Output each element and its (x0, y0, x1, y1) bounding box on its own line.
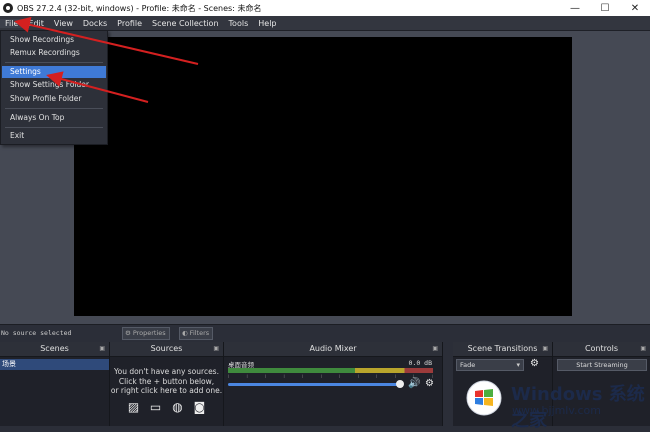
sources-dock-title: Sources (150, 344, 183, 353)
meter-tick: | (265, 374, 267, 378)
watermark-url: www.bjjmlv.com (512, 404, 601, 417)
audio-mixer-dock: Audio Mixer ▣ 桌面音频 0.0 dB | | | | | | | | | | | | 🔊… (224, 342, 443, 426)
preview-canvas[interactable] (74, 37, 572, 316)
properties-button[interactable]: ⚙ Properties (122, 327, 170, 340)
menu-profile[interactable]: Profile (112, 19, 147, 28)
undock-icon[interactable]: ▣ (640, 342, 646, 356)
undock-icon[interactable]: ▣ (213, 342, 219, 356)
image-icon: ▨ (127, 399, 140, 414)
meter-ticks: | | | | | | | | | | | | (228, 374, 433, 380)
window-title: OBS 27.2.4 (32-bit, windows) - Profile: … (17, 3, 262, 13)
close-button[interactable]: ✕ (620, 0, 650, 16)
sources-dock: Sources ▣ You don't have any sources. Cl… (110, 342, 224, 426)
sources-dock-header: Sources ▣ (110, 342, 223, 357)
no-source-label: No source selected (1, 329, 72, 337)
audio-level-meter (228, 368, 433, 373)
audio-mixer-header: Audio Mixer ▣ (224, 342, 442, 357)
source-toolbar: No source selected ⚙ Properties ◐ Filter… (0, 324, 650, 343)
camera-icon: ◙ (193, 399, 206, 414)
scene-item[interactable]: 场景 (0, 359, 109, 370)
menu-item-remux-recordings[interactable]: Remux Recordings (2, 47, 106, 59)
menu-item-show-profile-folder[interactable]: Show Profile Folder (2, 93, 106, 105)
obs-logo-icon (3, 3, 13, 13)
scenes-dock-header: Scenes ▣ (0, 342, 109, 357)
gear-icon[interactable]: ⚙ (425, 378, 434, 389)
menu-docks[interactable]: Docks (78, 19, 112, 28)
gear-icon[interactable]: ⚙ (530, 358, 539, 369)
menu-separator (5, 108, 103, 109)
undock-icon[interactable]: ▣ (432, 342, 438, 356)
meter-tick: | (246, 374, 248, 378)
meter-tick: | (228, 374, 230, 378)
undock-icon[interactable]: ▣ (542, 342, 548, 356)
menu-item-show-settings-folder[interactable]: Show Settings Folder (2, 79, 106, 91)
audio-mixer-title: Audio Mixer (309, 344, 357, 353)
meter-tick: | (339, 374, 341, 378)
filter-icon: ◐ (182, 329, 188, 337)
menu-item-settings[interactable]: Settings (2, 66, 106, 78)
filters-button[interactable]: ◐ Filters (179, 327, 214, 340)
menu-item-show-recordings[interactable]: Show Recordings (2, 34, 106, 46)
meter-tick: | (394, 374, 396, 378)
meter-tick: | (357, 374, 359, 378)
monitor-icon: ▭ (149, 399, 162, 414)
start-streaming-button[interactable]: Start Streaming (557, 359, 647, 371)
meter-tick: | (283, 374, 285, 378)
source-type-icons: ▨ ▭ ◍ ◙ (110, 400, 223, 414)
minimize-button[interactable]: — (560, 0, 590, 16)
menu-tools[interactable]: Tools (224, 19, 254, 28)
volume-slider-handle[interactable] (396, 380, 404, 388)
meter-tick: | (302, 374, 304, 378)
menu-separator (5, 127, 103, 128)
menu-help[interactable]: Help (253, 19, 281, 28)
menu-file[interactable]: File (0, 18, 24, 28)
menu-view[interactable]: View (49, 19, 78, 28)
undock-icon[interactable]: ▣ (99, 342, 105, 356)
scene-transitions-header: Scene Transitions ▣ (453, 342, 552, 357)
gear-icon: ⚙ (125, 329, 131, 337)
windows-logo-icon (466, 380, 502, 416)
scene-transitions-title: Scene Transitions (467, 344, 538, 353)
speaker-icon[interactable]: 🔊 (408, 378, 420, 389)
menubar: File Edit View Docks Profile Scene Colle… (0, 16, 650, 31)
scenes-dock: Scenes ▣ 场景 (0, 342, 110, 426)
filters-label: Filters (189, 329, 210, 337)
menu-item-exit[interactable]: Exit (2, 130, 106, 142)
controls-title: Controls (584, 344, 619, 353)
meter-tick: | (376, 374, 378, 378)
globe-icon: ◍ (172, 399, 183, 414)
scenes-dock-title: Scenes (40, 344, 69, 353)
meter-tick: | (320, 374, 322, 378)
empty-line: You don't have any sources. (114, 367, 219, 376)
menu-edit[interactable]: Edit (23, 19, 49, 28)
menu-item-always-on-top[interactable]: Always On Top (2, 112, 106, 124)
empty-line: Click the + button below, (118, 376, 215, 386)
controls-header: Controls ▣ (553, 342, 650, 357)
menu-scene-collection[interactable]: Scene Collection (147, 19, 224, 28)
volume-slider[interactable] (228, 383, 403, 386)
window-controls: — ☐ ✕ (560, 0, 650, 16)
site-watermark: Windows 系统之家 www.bjjmlv.com (460, 376, 648, 431)
properties-label: Properties (132, 329, 166, 337)
transition-select[interactable]: Fade (456, 359, 524, 371)
window-titlebar: OBS 27.2.4 (32-bit, windows) - Profile: … (0, 0, 650, 16)
sources-empty-message[interactable]: You don't have any sources. Click the + … (110, 367, 223, 396)
menu-separator (5, 62, 103, 63)
file-dropdown-menu: Show Recordings Remux Recordings Setting… (0, 30, 108, 145)
maximize-button[interactable]: ☐ (590, 0, 620, 16)
empty-line: or right click here to add one. (110, 386, 223, 395)
audio-level-readout: 0.0 dB (408, 359, 432, 367)
